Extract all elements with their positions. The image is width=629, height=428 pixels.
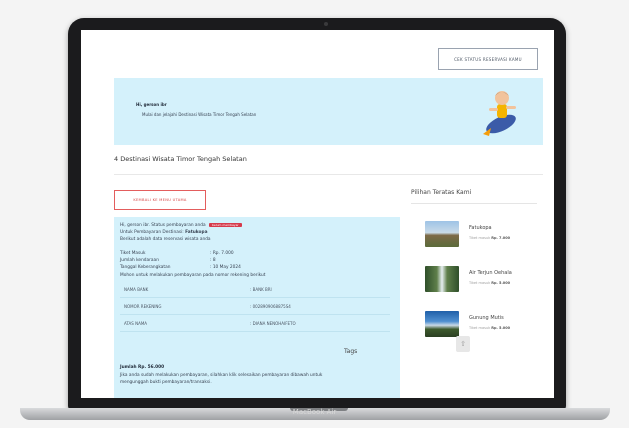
final-note-line-2: mengunggah bukti pembayaran/transaksi. xyxy=(120,380,212,385)
device-label: MacBook Air xyxy=(292,408,337,416)
camera-dot xyxy=(324,22,328,26)
pick-name[interactable]: Air Terjun Oehala xyxy=(469,270,512,276)
hero-banner: Hi, gerson ibr Mulai dan jelajahi Destin… xyxy=(114,78,543,145)
top-pick-item[interactable]: Fatukopa Tiket masuk Rp. 7.000 xyxy=(411,221,537,251)
hero-subtitle: Mulai dan jelajahi Destinasi Wisata Timo… xyxy=(142,112,257,117)
destination-name: Fatukopa xyxy=(185,230,208,235)
browser-screen: CEK STATUS RESERVASI KAMU Hi, gerson ibr… xyxy=(81,30,554,398)
table-row: ATAS NAMA: DIANA NENOHAIFETO xyxy=(120,315,390,332)
gunung-mutis-thumbnail[interactable] xyxy=(425,311,459,337)
table-row: NAMA BANK: BANK BRI xyxy=(120,281,390,298)
top-pick-item[interactable]: Air Terjun Oehala Tiket masuk Rp. 5.000 xyxy=(411,266,537,296)
table-row: NOMOR REKENING: 0028909068875S4 xyxy=(120,298,390,315)
total-amount: Jumlah Rp. 56.000 xyxy=(120,365,165,370)
field-row: Jumlah kendaraan: 8 xyxy=(120,258,216,263)
reservation-detail-panel: Hi, gerson ibr. Status pembayaran anda b… xyxy=(114,217,400,398)
back-to-main-menu-button[interactable]: KEMBALI KE MENU UTAMA xyxy=(114,190,206,210)
rocket-kid-illustration-icon xyxy=(483,91,516,136)
fatukopa-thumbnail[interactable] xyxy=(425,221,459,247)
destination-line: Untuk Pembayaran Destinasi: Fatukopa xyxy=(120,230,208,235)
air-terjun-oehala-thumbnail[interactable] xyxy=(425,266,459,292)
top-picks-title: Pilihan Teratas Kami xyxy=(411,189,472,196)
pick-name[interactable]: Fatukopa xyxy=(469,225,492,231)
top-pick-item[interactable]: Gunung Mutis Tiket masuk Rp. 5.000 xyxy=(411,311,537,341)
tags-title: Tags xyxy=(344,348,358,355)
status-line: Hi, gerson ibr. Status pembayaran anda b… xyxy=(120,223,242,228)
reservation-intro: Berikut adalah data reservasi wisata and… xyxy=(120,237,211,242)
pick-name[interactable]: Gunung Mutis xyxy=(469,315,504,321)
section-divider xyxy=(114,174,543,175)
field-row: Tanggal Keberangkatan: 10 May 2024 xyxy=(120,265,241,270)
pick-price: Tiket masuk Rp. 7.000 xyxy=(469,236,511,240)
bank-table: NAMA BANK: BANK BRI NOMOR REKENING: 0028… xyxy=(120,281,390,332)
pick-price: Tiket masuk Rp. 5.000 xyxy=(469,326,511,330)
payment-note: Mohon untuk melakukan pembayaran pada no… xyxy=(120,273,266,278)
final-note-line-1: Jika anda sudah melakukan pembayaran, si… xyxy=(120,373,323,378)
scroll-top-button[interactable]: ⇧ xyxy=(456,336,470,352)
hero-greeting: Hi, gerson ibr xyxy=(136,102,167,107)
chevron-up-icon: ⇧ xyxy=(460,340,466,348)
destinations-title: 4 Destinasi Wisata Timor Tengah Selatan xyxy=(114,155,247,163)
pick-price: Tiket masuk Rp. 5.000 xyxy=(469,281,511,285)
cek-status-reservasi-button[interactable]: CEK STATUS RESERVASI KAMU xyxy=(438,48,538,70)
sidebar-divider xyxy=(411,203,537,204)
field-row: Tiket Masuk: Rp. 7.000 xyxy=(120,251,234,256)
status-badge: belum membayar xyxy=(209,223,242,227)
